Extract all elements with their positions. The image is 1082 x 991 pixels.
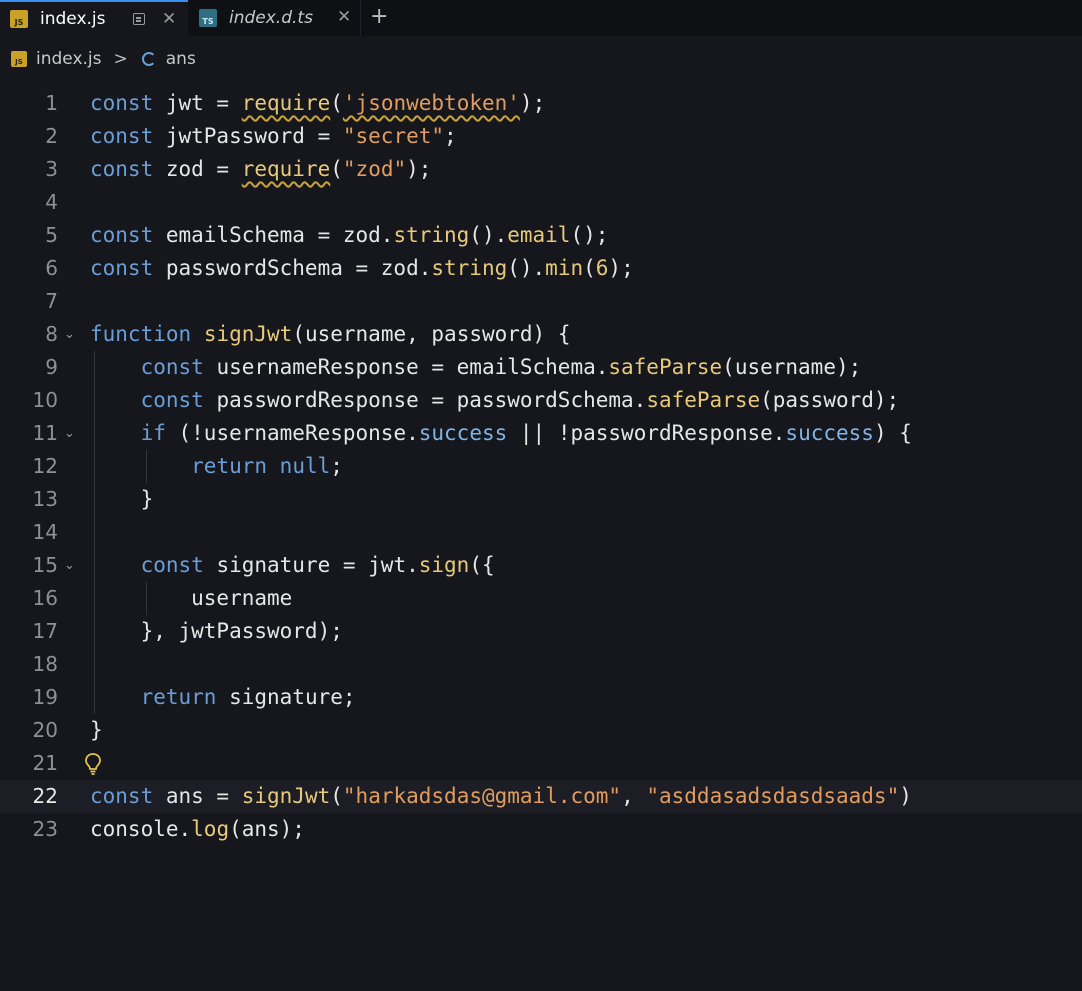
code-line: 11 ⌄ if (!usernameResponse.success || !p… [0,417,1082,450]
ts-file-icon: TS [199,9,217,27]
line-number: 10 [32,388,58,412]
code-line-current: 22 const ans = signJwt("harkadsdas@gmail… [0,780,1082,813]
code-line: 17 }, jwtPassword); [0,615,1082,648]
line-code: const jwt = require('jsonwebtoken'); [90,91,546,115]
tab-index-js[interactable]: JS index.js ✕ [0,0,188,36]
line-number: 3 [45,157,58,181]
line-code: }, jwtPassword); [90,619,343,643]
variable-symbol-icon [141,52,156,66]
code-line: 13 } [0,483,1082,516]
line-code: const passwordSchema = zod.string().min(… [90,256,634,280]
line-code: const jwtPassword = "secret"; [90,124,457,148]
line-number: 2 [45,124,58,148]
close-icon[interactable]: ✕ [337,7,351,27]
code-line: 6 const passwordSchema = zod.string().mi… [0,252,1082,285]
code-line: 14 [0,516,1082,549]
line-code: console.log(ans); [90,817,305,841]
code-line: 15 ⌄ const signature = jwt.sign({ [0,549,1082,582]
breadcrumb-symbol[interactable]: ans [166,49,196,69]
breadcrumb-file[interactable]: index.js [36,49,102,69]
code-line: 9 const usernameResponse = emailSchema.s… [0,351,1082,384]
line-number: 16 [32,586,58,610]
line-number: 21 [32,751,58,775]
close-icon[interactable]: ✕ [162,9,176,29]
line-code: if (!usernameResponse.success || !passwo… [140,421,912,445]
breadcrumb: JS index.js > ans [0,36,1082,82]
line-code: } [90,487,154,511]
line-number: 13 [32,487,58,511]
line-number: 20 [32,718,58,742]
fold-chevron-icon[interactable]: ⌄ [64,318,75,351]
tab-bar: JS index.js ✕ TS index.d.ts ✕ + [0,0,1082,36]
fold-chevron-icon[interactable]: ⌄ [64,549,75,582]
code-line: 23 console.log(ans); [0,813,1082,846]
line-code: const emailSchema = zod.string().email()… [90,223,609,247]
line-number: 9 [45,355,58,379]
code-line: 5 const emailSchema = zod.string().email… [0,219,1082,252]
breadcrumb-separator: > [113,49,128,69]
line-code: const usernameResponse = emailSchema.saf… [140,355,862,379]
preview-icon[interactable] [133,13,145,25]
line-number: 11 [32,421,58,445]
code-line: 10 const passwordResponse = passwordSche… [0,384,1082,417]
line-code: function signJwt(username, password) { [90,322,571,346]
line-code: username [90,586,293,610]
code-line: 4 [0,186,1082,219]
line-number: 1 [45,91,58,115]
code-line: 20 } [0,714,1082,747]
line-number: 22 [32,784,58,808]
line-number: 23 [32,817,58,841]
line-code: return null; [191,454,343,478]
line-code: const signature = jwt.sign({ [140,553,495,577]
js-file-icon: JS [11,51,27,67]
line-code: const zod = require("zod"); [90,157,432,181]
indent-guide [94,648,95,681]
code-line: 8 ⌄ function signJwt(username, password)… [0,318,1082,351]
code-editor[interactable]: 1 const jwt = require('jsonwebtoken'); 2… [0,87,1082,991]
line-code: } [90,718,103,742]
tab-label: index.d.ts [229,8,313,28]
line-code: const ans = signJwt("harkadsdas@gmail.co… [90,784,912,808]
line-number: 12 [32,454,58,478]
line-number: 5 [45,223,58,247]
line-number: 18 [32,652,58,676]
js-file-icon: JS [10,10,28,28]
tab-label: index.js [40,9,106,29]
line-number: 7 [45,289,58,313]
code-line: 3 const zod = require("zod"); [0,153,1082,186]
new-tab-plus-icon[interactable]: + [370,4,388,29]
code-line: 1 const jwt = require('jsonwebtoken'); [0,87,1082,120]
line-number: 17 [32,619,58,643]
code-line: 16 username [0,582,1082,615]
code-line: 2 const jwtPassword = "secret"; [0,120,1082,153]
line-code: return signature; [140,685,356,709]
tab-index-d-ts[interactable]: TS index.d.ts ✕ [189,0,361,36]
code-line: 12 return null; [0,450,1082,483]
indent-guide [94,516,95,549]
code-line: 18 [0,648,1082,681]
line-number: 19 [32,685,58,709]
code-line: 19 return signature; [0,681,1082,714]
line-number: 14 [32,520,58,544]
line-number: 4 [45,190,58,214]
code-line: 7 [0,285,1082,318]
line-code: const passwordResponse = passwordSchema.… [140,388,900,412]
line-number: 6 [45,256,58,280]
fold-chevron-icon[interactable]: ⌄ [64,417,75,450]
lightbulb-icon[interactable] [84,752,102,776]
line-number: 8 [45,322,58,346]
code-line: 21 [0,747,1082,780]
line-number: 15 [32,553,58,577]
